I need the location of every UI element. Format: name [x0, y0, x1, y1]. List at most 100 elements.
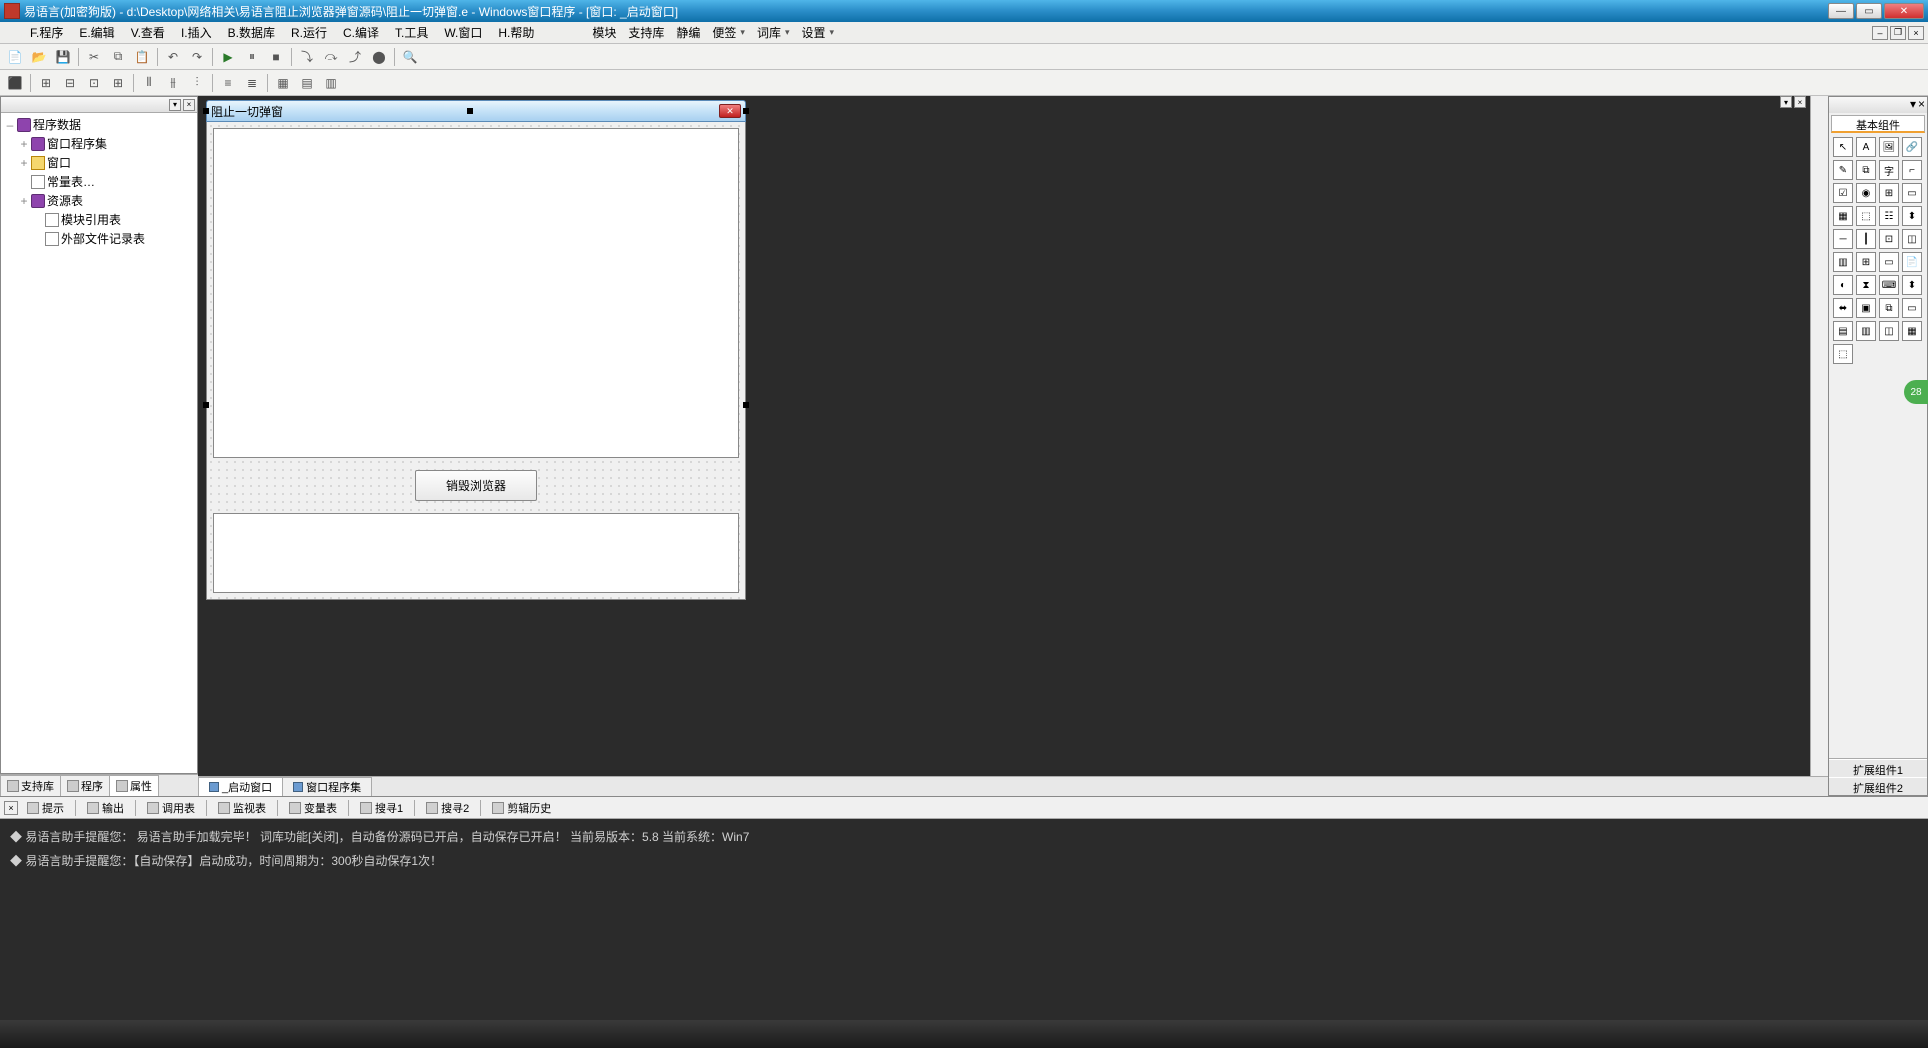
destroy-browser-button[interactable]: 销毁浏览器: [415, 470, 537, 501]
palette-component[interactable]: ◫: [1879, 321, 1899, 341]
step-out-icon[interactable]: ⤴: [344, 46, 366, 68]
panel-dropdown-icon[interactable]: ▾: [169, 99, 181, 111]
align-6-icon[interactable]: ⫵: [162, 72, 184, 94]
palette-component[interactable]: ☷: [1879, 206, 1899, 226]
palette-component[interactable]: ⬍: [1902, 206, 1922, 226]
menu-item[interactable]: B.数据库: [220, 24, 283, 42]
palette-component[interactable]: 📄: [1902, 252, 1922, 272]
tree-node[interactable]: 外部文件记录表: [3, 229, 195, 248]
palette-component[interactable]: ▦: [1833, 206, 1853, 226]
run-icon[interactable]: ▶: [217, 46, 239, 68]
stop-icon[interactable]: ■: [265, 46, 287, 68]
align-left-icon[interactable]: ⬛: [4, 72, 26, 94]
form-close-icon[interactable]: ✕: [719, 104, 741, 118]
menu-item[interactable]: I.插入: [173, 24, 220, 42]
align-11-icon[interactable]: ▤: [296, 72, 318, 94]
palette-component[interactable]: ↖: [1833, 137, 1853, 157]
cut-icon[interactable]: ✂: [83, 46, 105, 68]
palette-component[interactable]: ⊞: [1856, 252, 1876, 272]
paste-icon[interactable]: 📋: [131, 46, 153, 68]
bottom-tab[interactable]: 输出: [80, 797, 131, 819]
mdi-minimize-button[interactable]: –: [1872, 26, 1888, 40]
find-icon[interactable]: 🔍: [399, 46, 421, 68]
breakpoint-icon[interactable]: ⬤: [368, 46, 390, 68]
editor-tab[interactable]: _启动窗口: [198, 777, 283, 796]
palette-component[interactable]: ◉: [1856, 183, 1876, 203]
close-button[interactable]: ✕: [1884, 3, 1924, 19]
palette-component[interactable]: ▦: [1902, 321, 1922, 341]
menu-item[interactable]: H.帮助: [490, 24, 542, 42]
resize-handle[interactable]: [743, 108, 749, 114]
mdi-close-button[interactable]: ×: [1908, 26, 1924, 40]
minimize-button[interactable]: —: [1828, 3, 1854, 19]
notification-badge[interactable]: 28: [1904, 380, 1928, 404]
palette-component[interactable]: ▥: [1856, 321, 1876, 341]
bottom-tab[interactable]: 监视表: [211, 797, 273, 819]
align-1-icon[interactable]: ⊞: [35, 72, 57, 94]
palette-component[interactable]: ─: [1833, 229, 1853, 249]
align-12-icon[interactable]: ▥: [320, 72, 342, 94]
tree-node[interactable]: +窗口程序集: [3, 134, 195, 153]
palette-component[interactable]: ⬍: [1902, 275, 1922, 295]
palette-component[interactable]: ⬌: [1833, 298, 1853, 318]
copy-icon[interactable]: ⧉: [107, 46, 129, 68]
menu2-item[interactable]: 支持库: [628, 24, 664, 41]
left-tab[interactable]: 程序: [60, 775, 110, 796]
palette-dropdown-icon[interactable]: ▾: [1910, 97, 1916, 113]
menu-item[interactable]: C.编译: [335, 24, 387, 42]
tree-node[interactable]: 常量表…: [3, 172, 195, 191]
design-dropdown-icon[interactable]: ▾: [1780, 96, 1792, 108]
step-into-icon[interactable]: ⤵: [296, 46, 318, 68]
palette-component[interactable]: ⬚: [1833, 344, 1853, 364]
editor-tab[interactable]: 窗口程序集: [282, 777, 372, 796]
palette-component[interactable]: ▭: [1902, 183, 1922, 203]
form-window[interactable]: 阻止一切弹窗 ✕ 销毁浏览器: [206, 100, 746, 600]
palette-component[interactable]: ⌨: [1879, 275, 1899, 295]
menu-item[interactable]: T.工具: [387, 24, 436, 42]
bottom-tab[interactable]: 调用表: [140, 797, 202, 819]
align-9-icon[interactable]: ≣: [241, 72, 263, 94]
palette-component[interactable]: ⧗: [1856, 275, 1876, 295]
bottom-tab[interactable]: 提示: [20, 797, 71, 819]
menu2-item[interactable]: 便签: [712, 24, 745, 41]
left-tab[interactable]: 属性: [109, 775, 159, 796]
undo-icon[interactable]: ↶: [162, 46, 184, 68]
panel-close-icon[interactable]: ×: [183, 99, 195, 111]
palette-component[interactable]: ┃: [1856, 229, 1876, 249]
tree-root[interactable]: – 程序数据: [3, 115, 195, 134]
align-3-icon[interactable]: ⊡: [83, 72, 105, 94]
palette-component[interactable]: 🔗: [1902, 137, 1922, 157]
palette-component[interactable]: ⧉: [1856, 160, 1876, 180]
new-icon[interactable]: 📄: [4, 46, 26, 68]
menu-item[interactable]: F.程序: [22, 24, 71, 42]
maximize-button[interactable]: ▭: [1856, 3, 1882, 19]
align-5-icon[interactable]: ⫴: [138, 72, 160, 94]
menu-item[interactable]: E.编辑: [71, 24, 122, 42]
design-close-icon[interactable]: ×: [1794, 96, 1806, 108]
pause-icon[interactable]: ⏸: [241, 46, 263, 68]
align-10-icon[interactable]: ▦: [272, 72, 294, 94]
tree-node[interactable]: +资源表: [3, 191, 195, 210]
palette-tab-ext2[interactable]: 扩展组件2: [1829, 777, 1927, 795]
resize-handle[interactable]: [467, 108, 473, 114]
menu-item[interactable]: W.窗口: [436, 24, 490, 42]
align-7-icon[interactable]: ⫶: [186, 72, 208, 94]
palette-component[interactable]: ⌐: [1902, 160, 1922, 180]
mdi-restore-button[interactable]: ❐: [1890, 26, 1906, 40]
align-8-icon[interactable]: ≡: [217, 72, 239, 94]
palette-component[interactable]: ▭: [1902, 298, 1922, 318]
palette-component[interactable]: ⊡: [1879, 229, 1899, 249]
project-tree[interactable]: – 程序数据 +窗口程序集+窗口常量表…+资源表模块引用表外部文件记录表: [1, 113, 197, 773]
palette-component[interactable]: ▭: [1879, 252, 1899, 272]
bottom-close-icon[interactable]: ×: [4, 801, 18, 815]
menu-item[interactable]: V.查看: [123, 24, 173, 42]
palette-component[interactable]: ◫: [1902, 229, 1922, 249]
menu-item[interactable]: R.运行: [283, 24, 335, 42]
resize-handle[interactable]: [743, 402, 749, 408]
menu2-item[interactable]: 设置: [801, 24, 834, 41]
palette-component[interactable]: ⧉: [1879, 298, 1899, 318]
palette-component[interactable]: ◐: [1833, 275, 1853, 295]
save-icon[interactable]: 💾: [52, 46, 74, 68]
palette-component[interactable]: ✎: [1833, 160, 1853, 180]
menu2-item[interactable]: 静编: [676, 24, 700, 41]
